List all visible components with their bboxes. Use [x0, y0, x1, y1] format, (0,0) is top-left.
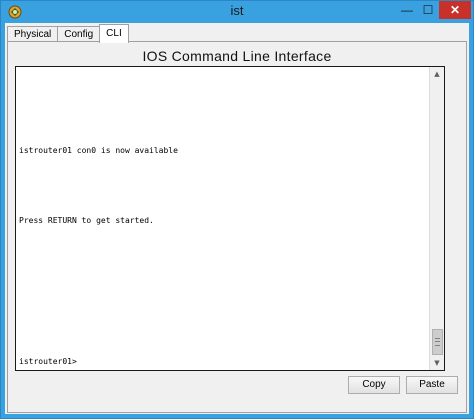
scroll-up-arrow-icon[interactable]: ▲	[430, 67, 444, 81]
tab-bar: Physical Config CLI	[7, 24, 129, 43]
thumb-grip-icon	[435, 338, 440, 346]
cli-panel: IOS Command Line Interface istrouter01 c…	[7, 41, 467, 413]
panel-title: IOS Command Line Interface	[142, 48, 332, 64]
cli-window: ist — ☐ ✕ Physical Config CLI IOS Comman…	[0, 0, 474, 419]
copy-button[interactable]: Copy	[348, 376, 400, 394]
terminal-line: istrouter01 con0 is now available	[19, 146, 178, 155]
tab-config[interactable]: Config	[57, 26, 101, 42]
terminal-prompt: istrouter01>	[19, 357, 77, 366]
title-bar[interactable]: ist — ☐ ✕	[1, 1, 473, 23]
scrollbar-thumb[interactable]	[432, 329, 443, 355]
scroll-down-arrow-icon[interactable]: ▼	[430, 356, 444, 370]
terminal-console[interactable]: istrouter01 con0 is now available Press …	[15, 66, 445, 371]
terminal-line: Press RETURN to get started.	[19, 216, 154, 225]
tab-cli[interactable]: CLI	[99, 24, 129, 43]
close-button[interactable]: ✕	[439, 1, 471, 19]
minimize-button[interactable]: —	[397, 1, 417, 19]
vertical-scrollbar[interactable]: ▲ ▼	[429, 67, 444, 370]
tab-physical[interactable]: Physical	[7, 26, 59, 42]
paste-button[interactable]: Paste	[406, 376, 458, 394]
maximize-button[interactable]: ☐	[418, 1, 438, 19]
window-client-area: Physical Config CLI IOS Command Line Int…	[5, 23, 469, 414]
